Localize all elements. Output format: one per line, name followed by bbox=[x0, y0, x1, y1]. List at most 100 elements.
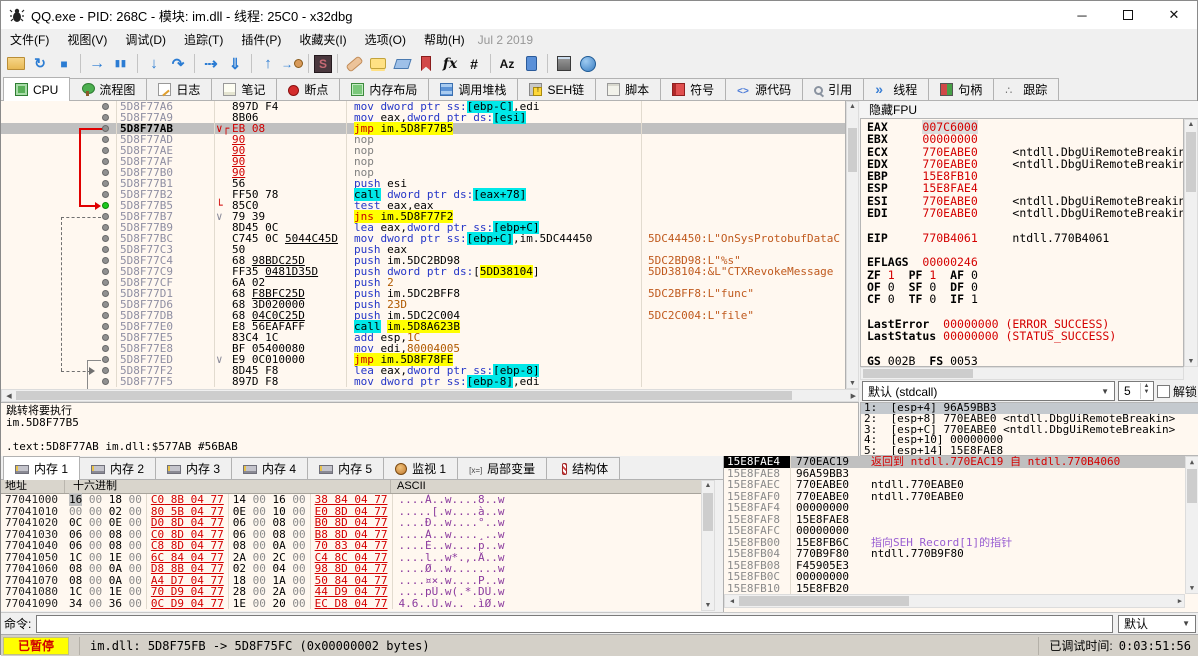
tab-SEH链[interactable]: SEH链 bbox=[517, 78, 597, 100]
instruction-dot[interactable] bbox=[102, 191, 109, 198]
tab-CPU[interactable]: CPU bbox=[3, 77, 71, 101]
step-over-icon[interactable] bbox=[167, 53, 189, 75]
instruction-dot[interactable] bbox=[102, 147, 109, 154]
tab-内存 5[interactable]: 内存 5 bbox=[307, 457, 385, 479]
hash-icon[interactable] bbox=[463, 53, 485, 75]
register-line[interactable]: EDI 770EABE0 <ntdll.DbgUiRemoteBreakin> bbox=[867, 207, 1183, 219]
stack-row[interactable]: 15E8FAEC 770EABE0 ntdll.770EABE0 bbox=[724, 479, 1198, 491]
calculator-icon[interactable] bbox=[553, 53, 575, 75]
command-input[interactable] bbox=[36, 614, 1113, 633]
menu-item[interactable]: 追踪(T) bbox=[175, 28, 232, 51]
stack-vscrollbar[interactable]: ▲ ▼ bbox=[1185, 456, 1198, 594]
register-line[interactable]: EIP 770B4061 ntdll.770B4061 bbox=[867, 232, 1183, 244]
tab-内存 4[interactable]: 内存 4 bbox=[231, 457, 309, 479]
open-icon[interactable] bbox=[5, 53, 27, 75]
stack-row[interactable]: 15E8FB0C 00000000 bbox=[724, 571, 1198, 583]
instruction-dot[interactable] bbox=[102, 169, 109, 176]
label-icon[interactable] bbox=[391, 53, 413, 75]
instruction-dot[interactable] bbox=[102, 180, 109, 187]
until-return-icon[interactable] bbox=[257, 53, 279, 75]
dump-row[interactable]: 77041000 16 00 18 00 C0 8B 04 77 14 00 16 0… bbox=[1, 493, 701, 506]
stack-pane[interactable]: 15E8FAE4 770EAC19 返回到 ntdll.770EAC19 自 ntd… bbox=[723, 456, 1198, 612]
instruction-dot[interactable] bbox=[102, 323, 109, 330]
restart-icon[interactable] bbox=[29, 53, 51, 75]
register-line[interactable]: GS 002B FS 0053 bbox=[867, 354, 1183, 366]
jump-target-dot[interactable] bbox=[102, 202, 109, 209]
globe-icon[interactable] bbox=[577, 53, 599, 75]
tab-脚本[interactable]: 脚本 bbox=[595, 78, 662, 100]
argument-row[interactable]: 5: [esp+14] 15E8FAE8 bbox=[861, 445, 1198, 455]
step-into-icon[interactable] bbox=[143, 53, 165, 75]
instruction-dot[interactable] bbox=[102, 334, 109, 341]
instruction-dot[interactable] bbox=[102, 378, 109, 385]
instruction-dot[interactable] bbox=[102, 235, 109, 242]
patch-icon[interactable] bbox=[343, 53, 365, 75]
instruction-dot[interactable] bbox=[102, 312, 109, 319]
tab-线程[interactable]: 线程 bbox=[863, 78, 930, 100]
tab-引用[interactable]: 引用 bbox=[802, 78, 865, 100]
instruction-dot[interactable] bbox=[102, 257, 109, 264]
stack-arguments-list[interactable]: 1: [esp+4] 96A59BB3 2: [esp+8] 770EABE0 <… bbox=[860, 402, 1198, 456]
dump-row[interactable]: 77041090 34 00 36 00 0C D9 04 77 1E 00 20 0… bbox=[1, 597, 701, 609]
hide-fpu-button[interactable]: 隐藏FPU bbox=[860, 101, 1198, 119]
tab-日志[interactable]: 日志 bbox=[146, 78, 213, 100]
tab-调用堆栈[interactable]: 调用堆栈 bbox=[428, 78, 519, 100]
menu-item[interactable]: 选项(O) bbox=[356, 28, 415, 51]
phone-icon[interactable] bbox=[520, 53, 542, 75]
s-badge-icon[interactable] bbox=[314, 54, 332, 73]
disasm-vscrollbar[interactable]: ▲ ▼ bbox=[846, 101, 859, 389]
dump-row[interactable]: 77041060 08 00 0A 00 D8 8B 04 77 02 00 04 0… bbox=[1, 563, 701, 575]
pause-icon[interactable] bbox=[110, 53, 132, 75]
tab-断点[interactable]: 断点 bbox=[276, 78, 341, 100]
tab-流程图[interactable]: 流程图 bbox=[69, 78, 148, 100]
comment-icon[interactable] bbox=[367, 53, 389, 75]
tab-跟踪[interactable]: 跟踪 bbox=[993, 78, 1060, 100]
disasm-row[interactable]: 5D8F77F5 897D F8 mov dword ptr ss:[ebp-8],… bbox=[1, 375, 845, 388]
dump-row[interactable]: 77041080 1C 00 1E 00 70 D9 04 77 28 00 2A 0… bbox=[1, 586, 701, 598]
instruction-dot[interactable] bbox=[102, 125, 109, 132]
registers-vscrollbar[interactable]: ▲ ▼ bbox=[1184, 119, 1198, 367]
instruction-dot[interactable] bbox=[102, 279, 109, 286]
instruction-dot[interactable] bbox=[102, 290, 109, 297]
dump-row[interactable]: 77041020 0C 00 0E 00 D0 8D 04 77 06 00 08 0… bbox=[1, 517, 701, 529]
stack-row[interactable]: 15E8FAF4 00000000 bbox=[724, 502, 1198, 514]
stack-hscrollbar[interactable]: ◀ ▶ bbox=[724, 594, 1185, 608]
run-icon[interactable] bbox=[86, 53, 108, 75]
stack-row[interactable]: 15E8FAE4 770EAC19 返回到 ntdll.770EAC19 自 ntd… bbox=[724, 456, 1198, 468]
register-line[interactable]: CF 0 TF 0 IF 1 bbox=[867, 293, 1183, 305]
step-out-icon[interactable] bbox=[224, 53, 246, 75]
tab-符号[interactable]: 符号 bbox=[660, 78, 727, 100]
attach-icon[interactable] bbox=[281, 53, 303, 75]
instruction-dot[interactable] bbox=[102, 301, 109, 308]
stack-row[interactable]: 15E8FB04 770B9F80 ntdll.770B9F80 bbox=[724, 548, 1198, 560]
calling-convention-select[interactable]: 默认 (stdcall) ▼ bbox=[862, 381, 1115, 401]
instruction-dot[interactable] bbox=[102, 158, 109, 165]
dump-row[interactable]: 77041040 06 00 08 00 C8 8D 04 77 08 00 0A 0… bbox=[1, 540, 701, 552]
dump-vscrollbar[interactable]: ▲ ▼ bbox=[701, 480, 715, 611]
instruction-dot[interactable] bbox=[102, 345, 109, 352]
instruction-dot[interactable] bbox=[102, 367, 109, 374]
instruction-dot[interactable] bbox=[102, 213, 109, 220]
minimize-button[interactable]: ─ bbox=[1059, 1, 1105, 29]
disassembly-pane[interactable]: 5D8F77A6 897D F4 mov dword ptr ss:[ebp-C],… bbox=[1, 101, 846, 389]
fx-icon[interactable] bbox=[439, 53, 461, 75]
menu-item[interactable]: 收藏夹(I) bbox=[290, 28, 355, 51]
stack-row[interactable]: 15E8FB10 15E8FB20 bbox=[724, 582, 1198, 594]
tab-内存 1[interactable]: 内存 1 bbox=[3, 456, 81, 480]
tab-内存 3[interactable]: 内存 3 bbox=[155, 457, 233, 479]
instruction-dot[interactable] bbox=[102, 136, 109, 143]
menu-item[interactable]: 文件(F) bbox=[1, 28, 58, 51]
tab-结构体[interactable]: 结构体 bbox=[546, 457, 621, 479]
memory-dump-pane[interactable]: 地址 十六进制 ASCII 77041000 16 00 18 00 C0 8B 0… bbox=[1, 480, 701, 611]
tab-监视 1[interactable]: 监视 1 bbox=[383, 457, 459, 479]
command-scope-select[interactable]: 默认 ▼ bbox=[1118, 614, 1196, 633]
stop-icon[interactable] bbox=[53, 53, 75, 75]
disasm-hscrollbar[interactable]: ◀ ▶ bbox=[1, 389, 859, 402]
register-line[interactable]: LastStatus 00000000 (STATUS_SUCCESS) bbox=[867, 330, 1183, 342]
tab-句柄[interactable]: 句柄 bbox=[928, 78, 995, 100]
bookmark-icon[interactable] bbox=[415, 53, 437, 75]
menu-item[interactable]: 调试(D) bbox=[116, 28, 175, 51]
registers-hscrollbar[interactable] bbox=[860, 367, 1184, 380]
maximize-button[interactable] bbox=[1105, 1, 1151, 29]
menu-item[interactable]: 插件(P) bbox=[232, 28, 290, 51]
